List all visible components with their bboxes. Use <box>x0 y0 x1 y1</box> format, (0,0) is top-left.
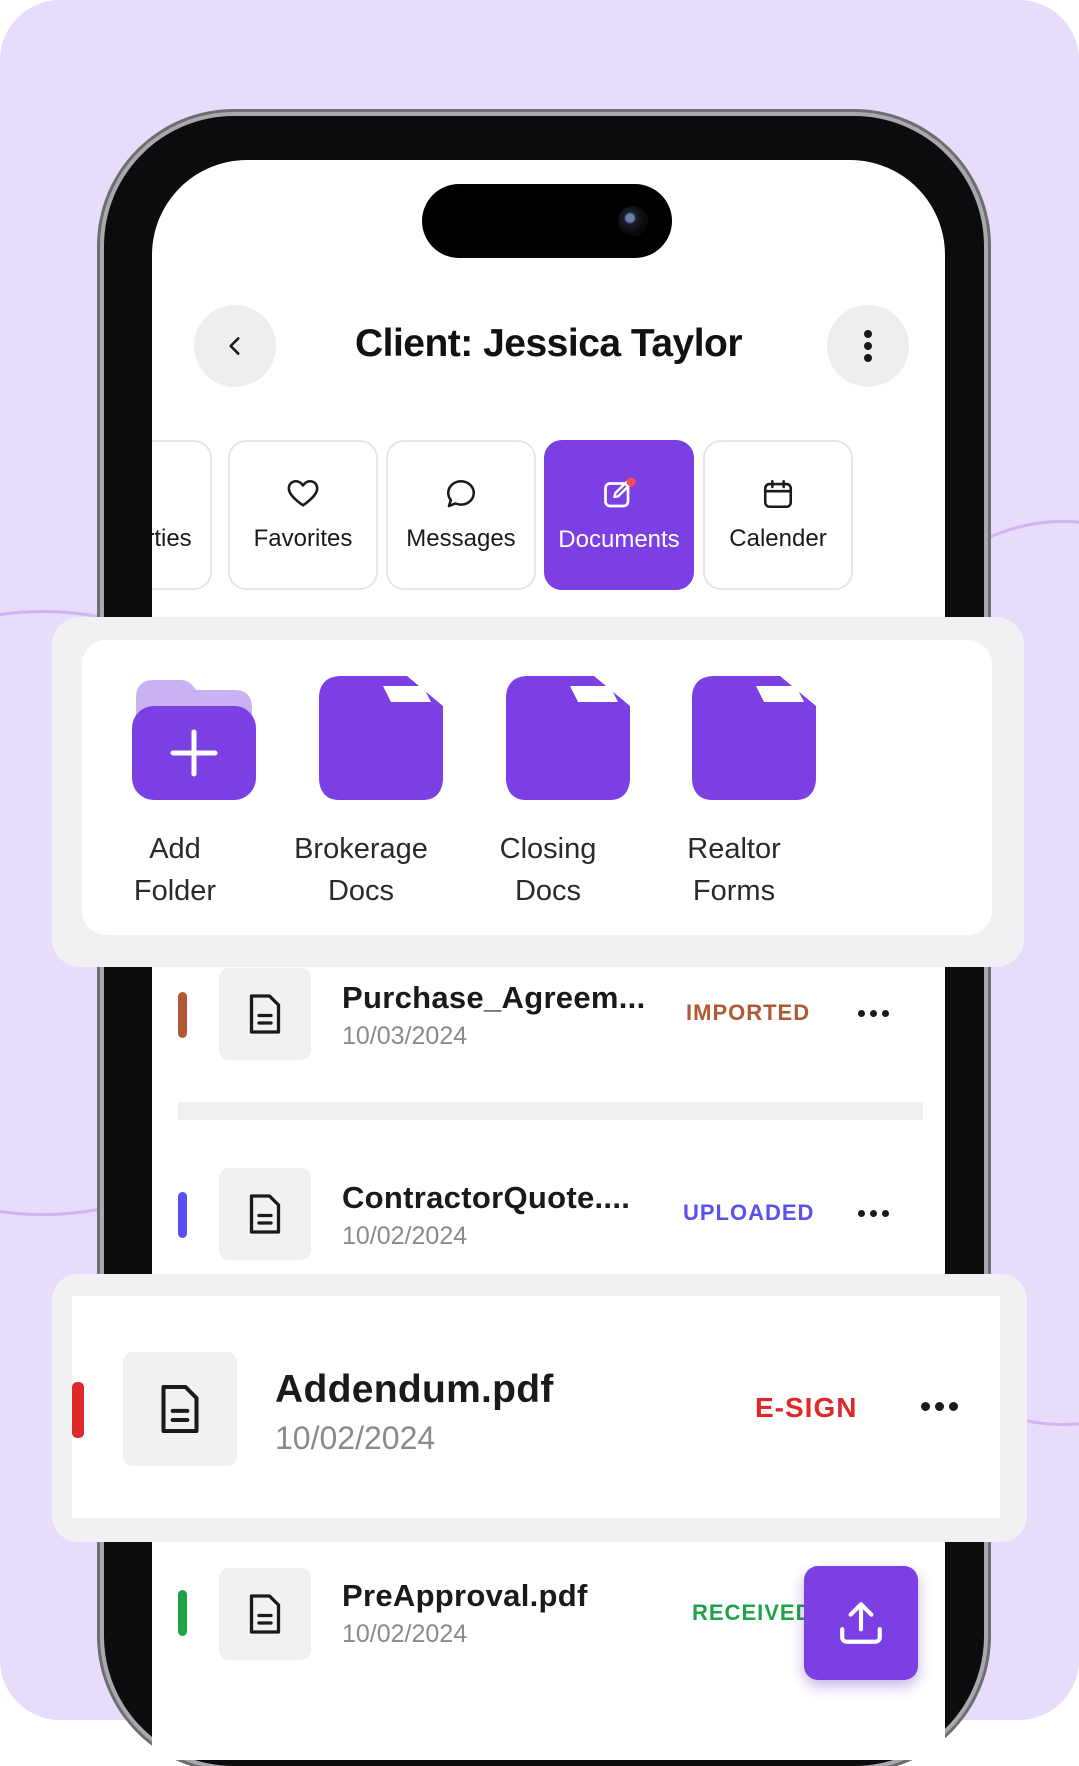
document-date: 10/02/2024 <box>342 1222 468 1250</box>
tab-label: Calender <box>729 525 827 552</box>
more-options-button[interactable] <box>827 305 909 387</box>
back-button[interactable] <box>194 305 276 387</box>
dynamic-island <box>422 184 672 258</box>
row-more-button[interactable] <box>858 1210 889 1217</box>
document-icon <box>249 994 281 1034</box>
document-date: 10/02/2024 <box>342 1620 468 1648</box>
status-badge: IMPORTED <box>686 1000 811 1025</box>
tab-label: Messages <box>406 525 516 552</box>
tab-documents[interactable]: Documents <box>544 440 694 590</box>
document-icon <box>249 1194 281 1234</box>
folder-label: Brokerage Docs <box>294 833 428 907</box>
document-name: PreApproval.pdf <box>342 1578 588 1613</box>
page-title: Client: Jessica Taylor <box>354 322 743 365</box>
status-accent <box>178 1590 187 1636</box>
chevron-left-icon <box>229 337 240 355</box>
folder-label: Realtor Forms <box>687 833 781 907</box>
document-row[interactable]: Purchase_Agreem... 10/03/2024 IMPORTED <box>178 966 923 1120</box>
folders-panel: Add Folder Brokerage Docs Closing Docs Real… <box>82 640 992 935</box>
chat-icon <box>446 479 476 508</box>
row-more-button[interactable] <box>858 1010 889 1017</box>
document-name: ContractorQuote.... <box>342 1180 631 1215</box>
document-icon <box>249 1594 281 1634</box>
document-name: Addendum.pdf <box>275 1368 554 1411</box>
tab-favorites[interactable]: Favorites <box>228 440 378 590</box>
file-icon-box <box>219 1168 311 1260</box>
row-more-button[interactable] <box>921 1402 958 1411</box>
document-date: 10/02/2024 <box>275 1420 436 1456</box>
tab-label: Properties <box>152 525 192 552</box>
status-accent <box>178 992 187 1038</box>
file-icon-box <box>219 1568 311 1660</box>
folder-brokerage-docs[interactable] <box>319 676 443 805</box>
upload-button[interactable] <box>804 1566 918 1680</box>
upload-icon <box>840 1602 882 1644</box>
status-accent <box>178 1192 187 1238</box>
folder-icon <box>692 676 816 800</box>
file-icon-box <box>219 968 311 1060</box>
add-folder-button[interactable] <box>132 676 256 805</box>
status-accent <box>72 1382 84 1438</box>
more-vertical-icon <box>864 330 872 362</box>
tab-messages[interactable]: Messages <box>386 440 536 590</box>
home-icon <box>152 477 154 511</box>
add-folder-icon <box>132 680 256 800</box>
status-badge: UPLOADED <box>683 1200 815 1225</box>
document-row-highlighted[interactable]: Addendum.pdf 10/02/2024 E-SIGN <box>72 1296 1000 1518</box>
document-row[interactable]: ContractorQuote.... 10/02/2024 UPLOADED <box>178 1122 923 1296</box>
tab-label: Favorites <box>253 525 353 552</box>
camera-icon <box>618 206 648 236</box>
folder-label: Closing Docs <box>499 833 597 907</box>
folder-label: Add Folder <box>133 833 217 907</box>
heart-icon <box>287 479 319 507</box>
edit-document-icon <box>604 477 636 508</box>
status-badge: E-SIGN <box>755 1392 858 1423</box>
calendar-icon <box>763 479 793 509</box>
document-name: Purchase_Agreem... <box>342 980 646 1015</box>
document-icon <box>161 1384 199 1434</box>
tab-label: Documents <box>558 526 680 553</box>
folder-realtor-forms[interactable] <box>692 676 816 805</box>
document-date: 10/03/2024 <box>342 1022 468 1050</box>
status-badge: RECEIVED <box>692 1600 813 1625</box>
folder-closing-docs[interactable] <box>506 676 630 805</box>
tab-properties[interactable]: Properties <box>152 440 212 590</box>
folder-icon <box>506 676 630 800</box>
tab-calender[interactable]: Calender <box>703 440 853 590</box>
folder-icon <box>319 676 443 800</box>
file-icon-box <box>123 1352 237 1466</box>
